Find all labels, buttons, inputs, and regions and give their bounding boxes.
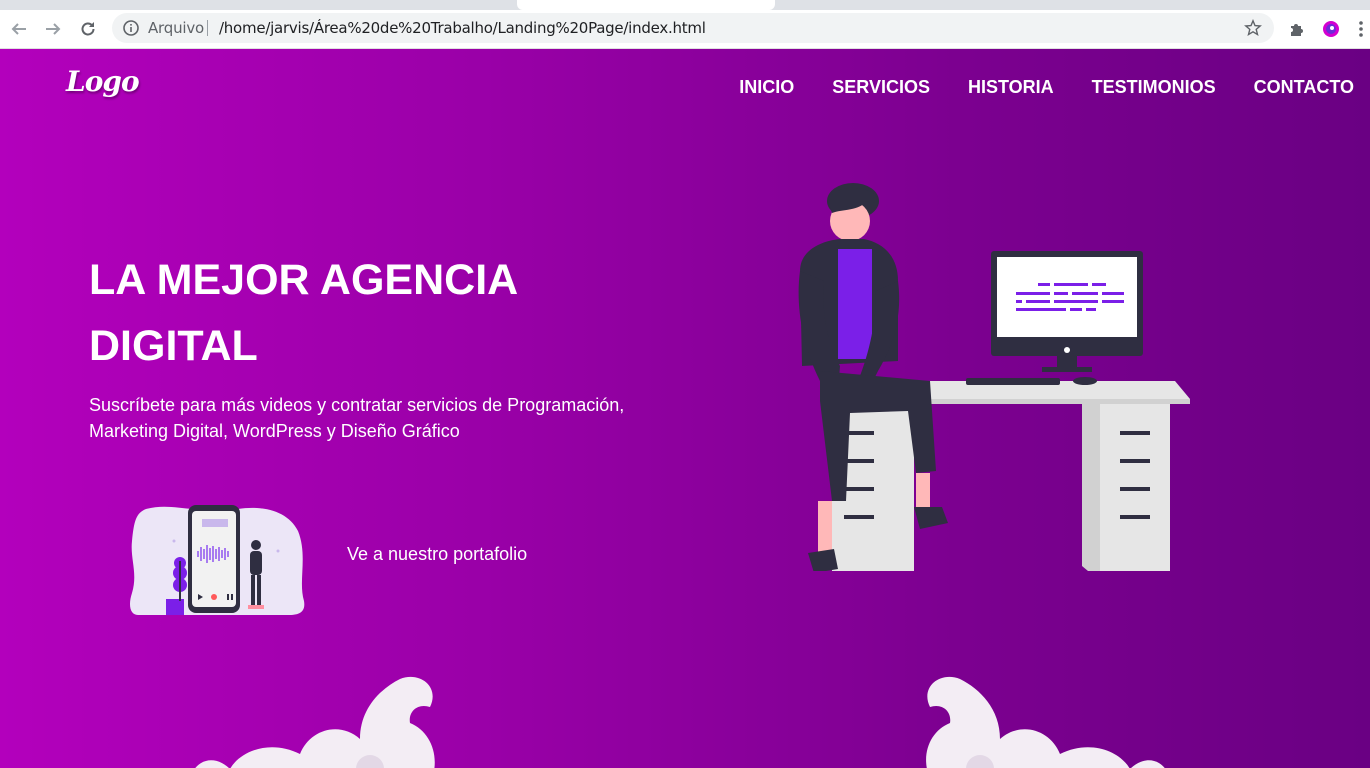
nav-link-historia[interactable]: HISTORIA xyxy=(968,77,1054,98)
tab-strip xyxy=(0,0,1370,10)
nav-link-servicios[interactable]: SERVICIOS xyxy=(832,77,930,98)
profile-button[interactable] xyxy=(1320,18,1342,40)
browser-menu-button[interactable] xyxy=(1352,18,1370,40)
site-logo[interactable]: Logo xyxy=(66,65,140,98)
hero-title: LA MEJOR AGENCIA DIGITAL xyxy=(89,256,517,370)
address-url[interactable]: /home/jarvis/Área%20de%20Trabalho/Landin… xyxy=(219,19,706,37)
star-icon[interactable] xyxy=(1244,19,1262,37)
browser-toolbar: Arquivo /home/jarvis/Área%20de%20Trabalh… xyxy=(0,10,1370,49)
address-separator xyxy=(207,20,208,36)
landing-page: Logo INICIO SERVICIOS HISTORIA TESTIMONI… xyxy=(0,49,1370,768)
reload-icon xyxy=(81,22,95,36)
portfolio-link[interactable]: Ve a nuestro portafolio xyxy=(347,544,527,565)
nav-link-inicio[interactable]: INICIO xyxy=(739,77,794,98)
back-arrow-icon xyxy=(11,23,26,35)
developer-desk-illustration xyxy=(798,183,1190,571)
hero-subtitle: Suscríbete para más videos y contratar s… xyxy=(89,395,625,441)
forward-arrow-icon xyxy=(46,23,61,35)
podcast-phone-illustration xyxy=(130,505,305,615)
kebab-menu-icon xyxy=(1359,21,1363,37)
active-tab[interactable] xyxy=(517,0,775,10)
puzzle-icon xyxy=(1291,24,1303,36)
address-bar[interactable]: Arquivo /home/jarvis/Área%20de%20Trabalh… xyxy=(112,13,1274,43)
profile-icon xyxy=(1323,21,1339,37)
info-icon[interactable] xyxy=(122,19,140,37)
main-nav: INICIO SERVICIOS HISTORIA TESTIMONIOS CO… xyxy=(701,77,1354,98)
address-scheme-label: Arquivo xyxy=(148,19,205,37)
nav-link-contacto[interactable]: CONTACTO xyxy=(1254,77,1354,98)
decorative-clouds xyxy=(195,677,1165,768)
extensions-button[interactable] xyxy=(1286,18,1308,40)
forward-button[interactable] xyxy=(40,16,66,42)
reload-button[interactable] xyxy=(75,16,101,42)
nav-link-testimonios[interactable]: TESTIMONIOS xyxy=(1092,77,1216,98)
back-button[interactable] xyxy=(6,16,32,42)
